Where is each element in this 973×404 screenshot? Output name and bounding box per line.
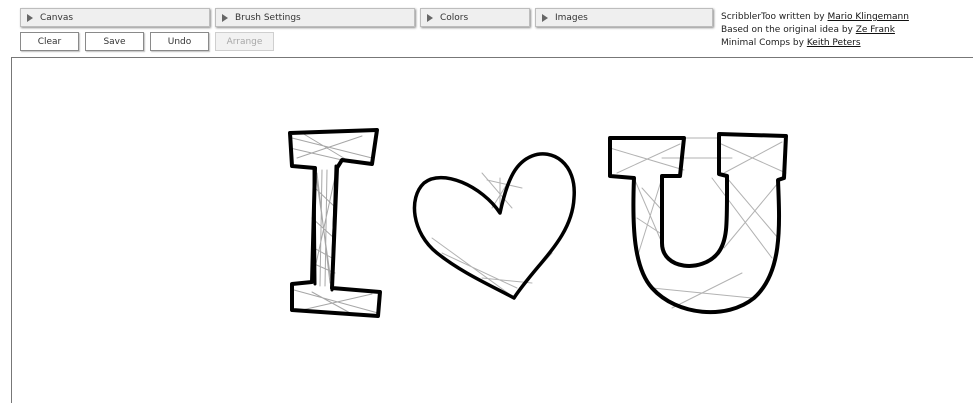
expand-triangle-icon (27, 13, 33, 22)
idea-link[interactable]: Ze Frank (856, 25, 895, 35)
save-button[interactable]: Save (85, 32, 144, 51)
expand-triangle-icon (427, 13, 433, 22)
clear-button[interactable]: Clear (20, 32, 79, 51)
colors-panel-label: Colors (440, 12, 469, 23)
arrange-button: Arrange (215, 32, 274, 51)
heart-shape (412, 152, 576, 300)
letter-u (608, 132, 788, 315)
credits-line-comps: Minimal Comps by Keith Peters (721, 38, 861, 48)
comps-link[interactable]: Keith Peters (807, 38, 861, 48)
scribble-drawing (288, 128, 788, 318)
images-panel-header[interactable]: Images (535, 8, 713, 27)
expand-triangle-icon (542, 13, 548, 22)
colors-panel-header[interactable]: Colors (420, 8, 530, 27)
expand-triangle-icon (222, 13, 228, 22)
credits: ScribblerToo written by Mario Klingemann… (721, 11, 909, 50)
canvas-panel-label: Canvas (40, 12, 74, 23)
images-panel-label: Images (555, 12, 588, 23)
brush-settings-panel-label: Brush Settings (235, 12, 301, 23)
canvas-panel-header[interactable]: Canvas (20, 8, 210, 27)
undo-button[interactable]: Undo (150, 32, 209, 51)
author-link[interactable]: Mario Klingemann (828, 12, 909, 22)
drawing-canvas[interactable] (11, 57, 973, 403)
credits-line-author: ScribblerToo written by Mario Klingemann (721, 12, 909, 22)
letter-i (288, 128, 382, 318)
brush-settings-panel-header[interactable]: Brush Settings (215, 8, 415, 27)
credits-line-idea: Based on the original idea by Ze Frank (721, 25, 895, 35)
